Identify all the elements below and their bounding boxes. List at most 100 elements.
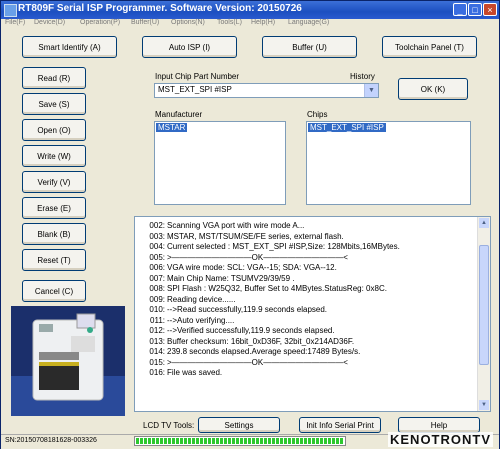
log-line: 011: -->Auto verifying.... <box>135 316 400 327</box>
maximize-button[interactable]: □ <box>468 3 482 16</box>
log-line: 003: MSTAR, MST/TSUM/SE/FE series, extern… <box>135 232 400 243</box>
log-line-text: File was saved. <box>167 368 223 377</box>
smart-identify-button[interactable]: Smart Identify (A) <box>22 36 117 58</box>
log-scrollbar[interactable]: ▲ ▼ <box>477 217 490 411</box>
log-line-number: 010: <box>149 305 165 314</box>
settings-button[interactable]: Settings <box>198 417 280 433</box>
erase-button[interactable]: Erase (E) <box>22 197 86 219</box>
auto-isp-button[interactable]: Auto ISP (I) <box>142 36 237 58</box>
log-line-text: Current selected : MST_EXT_SPI #ISP,Size… <box>167 242 400 251</box>
manufacturer-list[interactable]: MSTAR <box>154 121 286 205</box>
log-line-text: -->Verified successfully,119.9 seconds e… <box>167 326 335 335</box>
scroll-thumb[interactable] <box>479 245 489 365</box>
log-line-text: -->Read successfully,119.9 seconds elaps… <box>167 305 328 314</box>
chip-part-combobox[interactable]: MST_EXT_SPI #ISP ▼ <box>154 83 379 98</box>
menu-file[interactable]: File(F) <box>5 19 25 26</box>
chip-input-label: Input Chip Part Number <box>155 72 240 81</box>
log-line-number: 004: <box>149 242 165 251</box>
window-title: RT809F Serial ISP Programmer. Software V… <box>18 3 302 14</box>
log-line-number: 007: <box>149 273 165 283</box>
app-icon <box>4 4 17 17</box>
log-line-number: 006: <box>149 263 165 272</box>
log-line-number: 012: <box>149 326 165 335</box>
log-line-text: MSTAR, MST/TSUM/SE/FE series, external f… <box>167 231 344 241</box>
log-line-text: Scanning VGA port with wire mode A... <box>167 221 305 230</box>
chip-part-value: MST_EXT_SPI #ISP <box>158 85 232 94</box>
menu-operation[interactable]: Operation(P) <box>80 19 120 26</box>
log-line-number: 014: <box>149 347 165 356</box>
log-line-text: Reading device...... <box>167 294 236 304</box>
ok-button[interactable]: OK (K) <box>398 78 468 100</box>
serial-number: SN:20150708181628-003326 <box>5 437 97 444</box>
log-line: 010: -->Read successfully,119.9 seconds e… <box>135 305 400 316</box>
progress-bar <box>134 436 346 446</box>
menu-bar: File(F) Device(D) Operation(P) Buffer(U)… <box>1 19 499 30</box>
log-line-number: 005: <box>149 252 165 262</box>
log-line-text: -->Auto verifying.... <box>167 315 235 325</box>
buffer-button[interactable]: Buffer (U) <box>262 36 357 58</box>
menu-device[interactable]: Device(D) <box>34 19 65 26</box>
read-button[interactable]: Read (R) <box>22 67 86 89</box>
log-line: 008: SPI Flash : W25Q32, Buffer Set to 4M… <box>135 284 400 295</box>
scroll-down-icon[interactable]: ▼ <box>479 400 489 410</box>
log-output[interactable]: 002: Scanning VGA port with wire mode A..… <box>134 216 491 412</box>
app-window: RT809F Serial ISP Programmer. Software V… <box>0 0 500 449</box>
log-lines: 002: Scanning VGA port with wire mode A..… <box>135 221 400 379</box>
manufacturer-selected-item[interactable]: MSTAR <box>156 123 188 132</box>
toolchain-panel-button[interactable]: Toolchain Panel (T) <box>382 36 477 58</box>
write-button[interactable]: Write (W) <box>22 145 86 167</box>
title-bar[interactable]: RT809F Serial ISP Programmer. Software V… <box>1 1 499 19</box>
menu-buffer[interactable]: Buffer(U) <box>131 19 159 26</box>
log-line-number: 013: <box>149 336 165 346</box>
log-line-number: 011: <box>150 315 165 325</box>
log-line-text: SPI Flash : W25Q32, Buffer Set to 4MByte… <box>167 284 387 293</box>
log-line-text: Buffer checksum: 16bit_0xD36F, 32bit_0x2… <box>167 336 355 346</box>
log-line-number: 015: <box>149 357 165 367</box>
chips-list[interactable]: MST_EXT_SPI #ISP <box>306 121 471 205</box>
log-line-text: Main Chip Name: TSUMV29/39/59 . <box>167 273 295 283</box>
log-line-number: 008: <box>149 284 165 293</box>
init-info-serial-print-button[interactable]: Init Info Serial Print <box>299 417 381 433</box>
scroll-up-icon[interactable]: ▲ <box>479 218 489 228</box>
log-line: 004: Current selected : MST_EXT_SPI #ISP,… <box>135 242 400 253</box>
chips-selected-item[interactable]: MST_EXT_SPI #ISP <box>308 123 386 132</box>
history-label: History <box>350 72 375 81</box>
manufacturer-label: Manufacturer <box>155 110 203 119</box>
log-line-text: >——————————OK——————————< <box>167 252 348 262</box>
log-line: 013: Buffer checksum: 16bit_0xD36F, 32bit… <box>135 337 400 348</box>
log-line: 014: 239.8 seconds elapsed.Average speed:… <box>135 347 400 358</box>
log-line: 007: Main Chip Name: TSUMV29/39/59 . <box>135 274 400 285</box>
reset-button[interactable]: Reset (T) <box>22 249 86 271</box>
menu-help[interactable]: Help(H) <box>251 19 275 26</box>
blank-button[interactable]: Blank (B) <box>22 223 86 245</box>
log-line: 012: -->Verified successfully,119.9 secon… <box>135 326 400 337</box>
menu-options[interactable]: Options(N) <box>171 19 205 26</box>
cancel-button[interactable]: Cancel (C) <box>22 280 86 302</box>
help-button[interactable]: Help <box>398 417 480 433</box>
programmer-device-image <box>11 306 125 416</box>
log-line: 016: File was saved. <box>135 368 400 379</box>
log-line-text: >——————————OK——————————< <box>167 357 348 367</box>
log-line-number: 003: <box>149 231 165 241</box>
progress-fill <box>136 438 344 444</box>
log-line-text: VGA wire mode: SCL: VGA--15; SDA: VGA--1… <box>167 263 337 272</box>
menu-tools[interactable]: Tools(L) <box>217 19 242 26</box>
log-line-number: 002: <box>149 221 165 230</box>
log-line: 002: Scanning VGA port with wire mode A..… <box>135 221 400 232</box>
verify-button[interactable]: Verify (V) <box>22 171 86 193</box>
log-line-text: 239.8 seconds elapsed.Average speed:1748… <box>167 347 361 356</box>
close-button[interactable]: × <box>483 3 497 16</box>
menu-language[interactable]: Language(G) <box>288 19 329 26</box>
save-button[interactable]: Save (S) <box>22 93 86 115</box>
log-line-number: 016: <box>149 368 165 377</box>
log-line: 005: >——————————OK——————————< <box>135 253 400 264</box>
open-button[interactable]: Open (O) <box>22 119 86 141</box>
chevron-down-icon[interactable]: ▼ <box>364 84 378 97</box>
chips-label: Chips <box>307 110 328 119</box>
log-line-number: 009: <box>149 294 165 304</box>
lcd-tv-tools-label: LCD TV Tools: <box>143 421 195 430</box>
log-line: 009: Reading device...... <box>135 295 400 306</box>
minimize-button[interactable]: _ <box>453 3 467 16</box>
log-line: 006: VGA wire mode: SCL: VGA--15; SDA: VG… <box>135 263 400 274</box>
watermark: KENOTRONTV <box>388 432 493 447</box>
